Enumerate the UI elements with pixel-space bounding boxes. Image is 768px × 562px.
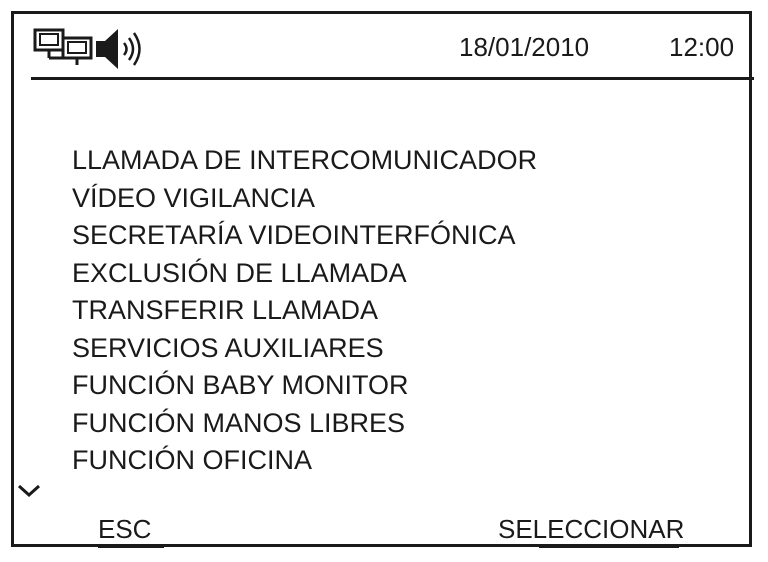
menu-item-call-exclusion[interactable]: EXCLUSIÓN DE LLAMADA xyxy=(72,255,537,293)
status-divider xyxy=(31,77,754,80)
esc-button[interactable]: ESC xyxy=(98,514,151,544)
menu-item-video-answering[interactable]: SECRETARÍA VIDEOINTERFÓNICA xyxy=(72,217,537,255)
status-time: 12:00 xyxy=(669,32,735,62)
menu-item-auxiliary-services[interactable]: SERVICIOS AUXILIARES xyxy=(72,330,537,368)
menu-item-intercom-call[interactable]: LLAMADA DE INTERCOMUNICADOR xyxy=(72,142,537,180)
menu-item-hands-free[interactable]: FUNCIÓN MANOS LIBRES xyxy=(72,405,537,443)
device-screen: 18/01/2010 12:00 LLAMADA DE INTERCOMUNIC… xyxy=(11,11,754,548)
menu-item-video-surveillance[interactable]: VÍDEO VIGILANCIA xyxy=(72,180,537,218)
menu-item-office-function[interactable]: FUNCIÓN OFICINA xyxy=(72,442,537,480)
speaker-icon xyxy=(96,29,141,69)
chevron-down-icon[interactable] xyxy=(16,482,42,500)
select-button[interactable]: SELECCIONAR xyxy=(498,514,684,544)
status-date: 18/01/2010 xyxy=(459,32,590,62)
menu-item-baby-monitor[interactable]: FUNCIÓN BABY MONITOR xyxy=(72,367,537,405)
status-bar: 18/01/2010 12:00 xyxy=(14,14,749,80)
main-menu: LLAMADA DE INTERCOMUNICADOR VÍDEO VIGILA… xyxy=(72,142,537,480)
menu-item-transfer-call[interactable]: TRANSFERIR LLAMADA xyxy=(72,292,537,330)
network-icon xyxy=(33,28,93,65)
esc-underline xyxy=(98,546,164,548)
select-underline xyxy=(539,546,679,548)
